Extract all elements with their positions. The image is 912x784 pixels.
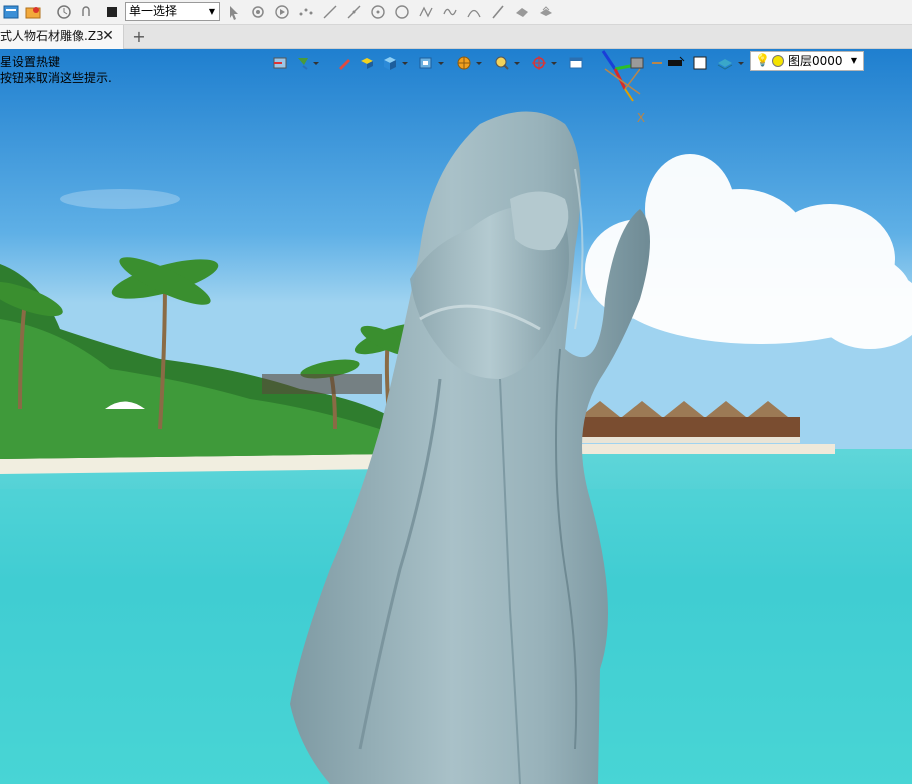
- line-icon[interactable]: [321, 3, 339, 21]
- selection-mode-select[interactable]: 单一选择 ▼: [125, 2, 220, 21]
- layer-color-dot: [772, 55, 784, 67]
- viewport-3d[interactable]: 星设置热键 按钮来取消这些提示. X 💡 图层0000 ▼: [0, 49, 912, 784]
- history-icon[interactable]: [55, 3, 73, 21]
- pick-icon[interactable]: [249, 3, 267, 21]
- document-tab-bar: 式人物石材雕像.Z3 ✕ +: [0, 25, 912, 49]
- curve-icon[interactable]: [417, 3, 435, 21]
- chevron-down-icon: ▼: [850, 56, 857, 65]
- circle-icon[interactable]: [393, 3, 411, 21]
- hint-line-1: 星设置热键: [0, 55, 61, 69]
- spline-icon[interactable]: [441, 3, 459, 21]
- selection-mode-value: 单一选择: [129, 4, 178, 18]
- tab-document[interactable]: 式人物石材雕像.Z3 ✕: [0, 25, 124, 49]
- close-icon[interactable]: ✕: [100, 28, 116, 44]
- undo-icon[interactable]: [78, 3, 96, 21]
- shading-icon[interactable]: [358, 54, 376, 72]
- layer-name: 图层0000: [788, 54, 843, 68]
- cursor-icon[interactable]: [225, 3, 243, 21]
- hand-icon[interactable]: [537, 3, 555, 21]
- box-icon[interactable]: [691, 54, 709, 72]
- layer-select[interactable]: 💡 图层0000 ▼: [750, 51, 864, 71]
- filter-icon[interactable]: [294, 54, 320, 72]
- play-icon[interactable]: [273, 3, 291, 21]
- tab-document-label: 式人物石材雕像.Z3: [0, 29, 104, 43]
- circle-center-icon[interactable]: [369, 3, 387, 21]
- layers-icon[interactable]: [716, 54, 746, 72]
- view-cube-icon[interactable]: [418, 54, 446, 72]
- layer-gray-icon[interactable]: [628, 54, 646, 72]
- hint-line-2: 按钮来取消这些提示.: [0, 71, 112, 85]
- open-icon[interactable]: [24, 3, 42, 21]
- view-select-icon[interactable]: [271, 54, 289, 72]
- zoom-icon[interactable]: [494, 54, 522, 72]
- add-tab-button[interactable]: +: [130, 27, 148, 47]
- axis-x-label: X: [636, 111, 646, 125]
- eraser-icon[interactable]: [513, 3, 531, 21]
- scene-background: [0, 49, 912, 784]
- cube-icon[interactable]: [382, 54, 410, 72]
- stop-icon[interactable]: [103, 3, 121, 21]
- app-icon[interactable]: [2, 3, 20, 21]
- pivot-icon[interactable]: [531, 54, 559, 72]
- main-toolbar: 单一选择 ▼: [0, 0, 912, 25]
- pencil-icon[interactable]: [335, 54, 353, 72]
- chevron-down-icon: ▼: [208, 7, 215, 16]
- color-swatch-icon[interactable]: [650, 54, 688, 72]
- window-icon[interactable]: [567, 54, 585, 72]
- render-icon[interactable]: [456, 54, 484, 72]
- pen-icon[interactable]: [489, 3, 507, 21]
- line2-icon[interactable]: [345, 3, 363, 21]
- points-icon[interactable]: [297, 3, 315, 21]
- bend-icon[interactable]: [465, 3, 483, 21]
- bulb-icon: 💡: [755, 53, 770, 67]
